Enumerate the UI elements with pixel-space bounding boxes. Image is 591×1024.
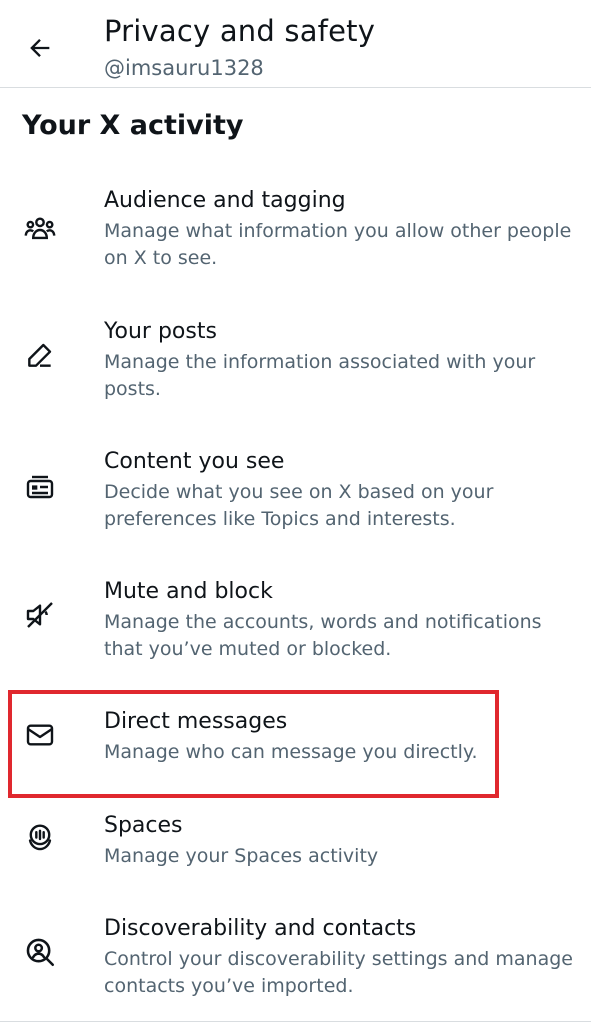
top-app-bar: Privacy and safety @imsauru1328 — [0, 0, 591, 88]
item-title: Your posts — [104, 319, 217, 344]
spaces-mic-icon — [22, 819, 58, 855]
settings-item-content-you-see[interactable]: Content you see Decide what you see on X… — [0, 449, 591, 549]
item-description: Manage the information associated with y… — [104, 351, 536, 400]
arrow-left-icon — [26, 34, 54, 62]
item-description: Manage the accounts, words and notificat… — [104, 611, 542, 660]
item-description: Control your discoverability settings an… — [104, 948, 573, 997]
discover-person-icon — [22, 934, 58, 970]
settings-item-mute-and-block[interactable]: Mute and block Manage the accounts, word… — [0, 579, 591, 679]
item-title: Mute and block — [104, 579, 273, 604]
item-description: Decide what you see on X based on your p… — [104, 481, 494, 530]
bottom-divider — [0, 1021, 591, 1022]
settings-item-audience-and-tagging[interactable]: Audience and tagging Manage what informa… — [0, 188, 591, 288]
back-button[interactable] — [18, 28, 62, 68]
highlight-box — [8, 690, 499, 798]
item-description: Manage what information you allow other … — [104, 220, 572, 269]
settings-item-discoverability-and-contacts[interactable]: Discoverability and contacts Control you… — [0, 916, 591, 1016]
item-title: Content you see — [104, 449, 285, 474]
item-description: Manage your Spaces activity — [104, 845, 379, 867]
settings-item-your-posts[interactable]: Your posts Manage the information associ… — [0, 319, 591, 419]
section-title: Your X activity — [22, 110, 244, 141]
item-title: Spaces — [104, 813, 183, 838]
pencil-icon — [22, 337, 58, 373]
account-handle: @imsauru1328 — [104, 56, 264, 80]
settings-item-spaces[interactable]: Spaces Manage your Spaces activity — [0, 813, 591, 893]
people-icon — [22, 210, 58, 246]
muted-speaker-icon — [22, 597, 58, 633]
page-title: Privacy and safety — [104, 14, 376, 48]
content-card-icon — [22, 469, 58, 505]
item-title: Audience and tagging — [104, 188, 346, 213]
item-title: Discoverability and contacts — [104, 916, 417, 941]
